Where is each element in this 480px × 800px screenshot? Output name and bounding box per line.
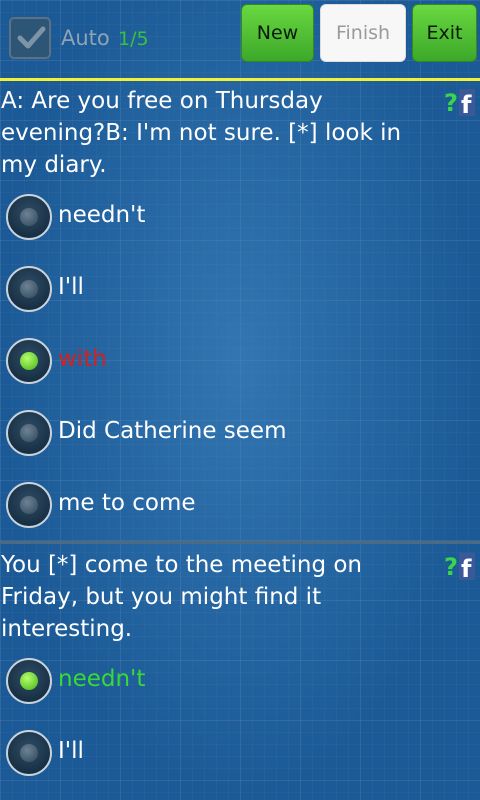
answer-option-selected[interactable]: with (6, 338, 476, 388)
radio-button[interactable] (6, 410, 52, 456)
question-counter: 1/5 (118, 28, 149, 50)
answer-option-selected[interactable]: needn't (6, 658, 476, 708)
auto-checkbox[interactable] (9, 17, 51, 59)
radio-button[interactable] (6, 482, 52, 528)
option-label: I'll (58, 738, 84, 764)
question-text: You [*] come to the meeting on Friday, b… (1, 552, 363, 642)
answer-option[interactable]: me to come (6, 482, 476, 532)
finish-button[interactable]: Finish (320, 4, 406, 62)
help-facebook-icon[interactable]: ? f (444, 87, 476, 119)
header-separator (0, 78, 480, 81)
auto-label: Auto (61, 26, 110, 50)
option-label-correct: needn't (58, 666, 146, 692)
svg-text:f: f (461, 91, 472, 117)
radio-button-selected[interactable] (6, 658, 52, 704)
radio-button[interactable] (6, 730, 52, 776)
checkmark-icon (17, 26, 46, 49)
radio-button[interactable] (6, 266, 52, 312)
question-text: A: Are you free on Thursday evening?B: I… (1, 88, 402, 178)
svg-text:?: ? (444, 553, 458, 581)
new-button[interactable]: New (241, 4, 314, 62)
answer-option[interactable]: needn't (6, 194, 476, 244)
option-label: Did Catherine seem (58, 418, 287, 444)
answer-option[interactable]: Did Catherine seem (6, 410, 476, 460)
top-bar: Auto 1/5 New Finish Exit (0, 0, 480, 78)
option-label: I'll (58, 274, 84, 300)
option-label: me to come (58, 490, 196, 516)
help-facebook-icon[interactable]: ? f (444, 551, 476, 583)
answer-option[interactable]: I'll (6, 266, 476, 316)
svg-text:f: f (461, 555, 472, 581)
radio-button[interactable] (6, 194, 52, 240)
radio-button-selected[interactable] (6, 338, 52, 384)
exit-button[interactable]: Exit (412, 4, 477, 62)
question-divider (0, 541, 480, 544)
answer-option[interactable]: I'll (6, 730, 476, 780)
option-label: needn't (58, 202, 146, 228)
option-label-wrong: with (58, 346, 107, 372)
svg-text:?: ? (444, 89, 458, 117)
